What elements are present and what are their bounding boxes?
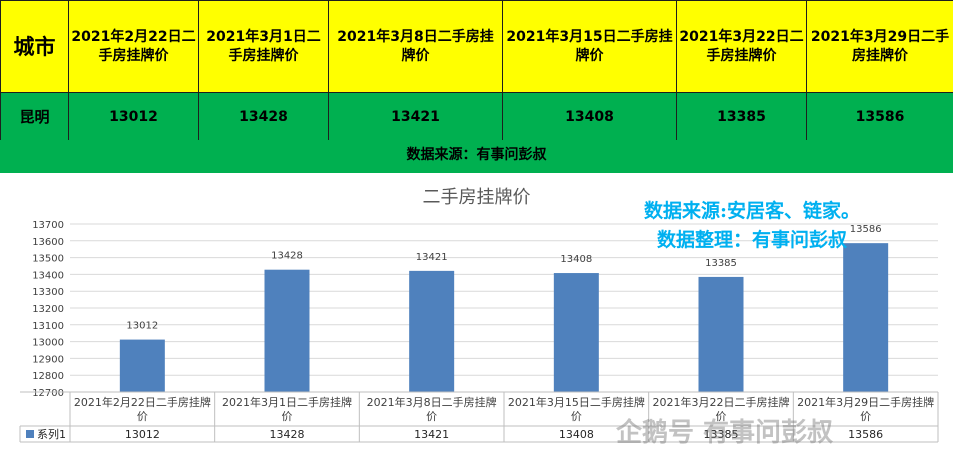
date-header-6: 2021年3月29日二手房挂牌价 <box>806 0 953 93</box>
y-tick-label: 13500 <box>32 254 64 265</box>
data-table-value: 13428 <box>270 428 305 441</box>
bar-data-label: 13421 <box>416 252 448 263</box>
bar <box>409 270 455 392</box>
bar <box>843 243 889 392</box>
y-tick-label: 13000 <box>32 338 64 349</box>
legend-series-name: 系列1 <box>37 427 66 441</box>
source-bar: 数据来源：有事问彭叔 <box>0 140 953 173</box>
bar <box>119 339 165 392</box>
data-table-value: 13586 <box>848 428 883 441</box>
bar-data-label: 13428 <box>271 251 303 262</box>
data-table-value: 13012 <box>125 428 160 441</box>
x-category-label: 2021年3月22日二手房挂牌 <box>653 395 790 409</box>
date-header-1: 2021年2月22日二手房挂牌价 <box>68 0 199 93</box>
watermark: 企鹅号 有事问彭叔 <box>616 418 834 448</box>
price-cell-1: 13012 <box>68 92 199 141</box>
x-category-label: 2021年3月8日二手房挂牌 <box>367 395 497 409</box>
price-table: 城市 2021年2月22日二手房挂牌价 2021年3月1日二手房挂牌价 2021… <box>0 0 953 141</box>
bar-data-label: 13408 <box>560 254 592 265</box>
table-row: 昆明 13012 13428 13421 13408 13385 13586 <box>0 92 953 141</box>
y-tick-label: 13400 <box>32 270 64 281</box>
city-header: 城市 <box>0 0 69 93</box>
price-cell-4: 13408 <box>502 92 677 141</box>
annotation-source: 数据来源:安居客、链家。 <box>644 200 861 222</box>
x-category-label: 2021年3月1日二手房挂牌 <box>222 395 352 409</box>
x-category-label-cont: 价 <box>426 410 437 423</box>
x-category-label-cont: 价 <box>282 410 293 423</box>
bar-data-label: 13385 <box>705 258 737 269</box>
x-category-label-cont: 价 <box>137 410 148 423</box>
date-header-3: 2021年3月8日二手房挂牌价 <box>328 0 503 93</box>
annotation-editor: 数据整理：有事问彭叔 <box>657 229 848 251</box>
bar-data-label: 13586 <box>850 224 882 235</box>
bar-data-label: 13012 <box>126 321 158 332</box>
price-cell-2: 13428 <box>198 92 329 141</box>
city-name: 昆明 <box>0 92 69 141</box>
y-tick-label: 13300 <box>32 287 64 298</box>
bar <box>264 269 310 392</box>
date-header-5: 2021年3月22日二手房挂牌价 <box>676 0 807 93</box>
price-cell-6: 13586 <box>806 92 953 141</box>
price-cell-3: 13421 <box>328 92 503 141</box>
y-tick-label: 12700 <box>32 388 64 399</box>
x-category-label: 2021年3月15日二手房挂牌 <box>508 395 645 409</box>
x-category-label: 2021年3月29日二手房挂牌 <box>797 395 934 409</box>
legend-key <box>26 430 34 438</box>
x-category-label-cont: 价 <box>860 410 871 423</box>
y-tick-label: 13200 <box>32 304 64 315</box>
date-header-2: 2021年3月1日二手房挂牌价 <box>198 0 329 93</box>
y-tick-label: 13700 <box>32 220 64 231</box>
date-header-4: 2021年3月15日二手房挂牌价 <box>502 0 677 93</box>
y-tick-label: 12800 <box>32 371 64 382</box>
bar <box>553 273 599 392</box>
bar <box>698 276 744 392</box>
x-category-label-cont: 价 <box>571 410 582 423</box>
y-tick-label: 12900 <box>32 354 64 365</box>
table-header-row: 城市 2021年2月22日二手房挂牌价 2021年3月1日二手房挂牌价 2021… <box>0 0 953 93</box>
y-tick-label: 13600 <box>32 237 64 248</box>
price-cell-5: 13385 <box>676 92 807 141</box>
x-category-label: 2021年2月22日二手房挂牌 <box>74 395 211 409</box>
y-tick-label: 13100 <box>32 321 64 332</box>
data-table-value: 13421 <box>414 428 449 441</box>
data-table-value: 13408 <box>559 428 594 441</box>
